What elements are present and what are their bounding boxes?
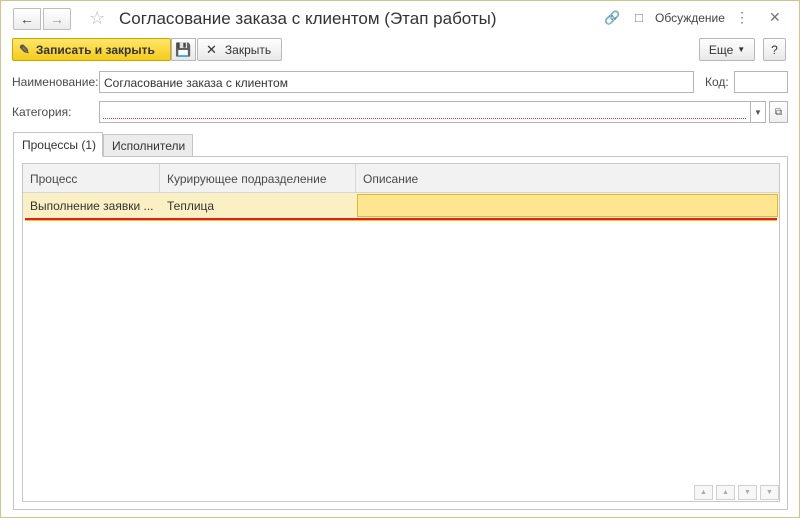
favorite-star-icon[interactable]: ☆ xyxy=(89,8,105,29)
code-field[interactable] xyxy=(734,71,788,93)
category-dropdown-button[interactable]: ▼ xyxy=(751,101,766,123)
dropdown-arrow-icon: ▼ xyxy=(754,107,762,117)
move-bottom-icon[interactable]: ▼ xyxy=(760,485,779,500)
category-label: Категория: xyxy=(12,105,72,119)
form-window: ← → ☆ Согласование заказа с клиентом (Эт… xyxy=(0,0,800,518)
column-header-process[interactable]: Процесс xyxy=(23,164,160,193)
link-icon[interactable]: 🔗 xyxy=(604,10,620,26)
move-up-icon[interactable]: ▲ xyxy=(716,485,735,500)
open-window-icon: ⧉ xyxy=(774,106,783,118)
name-label: Наименование: xyxy=(12,75,99,89)
discussion-icon[interactable]: □ xyxy=(635,10,643,25)
close-window-icon[interactable]: ✕ xyxy=(769,9,781,26)
table-row[interactable]: Выполнение заявки ... Теплица xyxy=(23,193,779,218)
floppy-disk-icon: 💾 xyxy=(175,41,192,57)
name-field[interactable]: Согласование заказа с клиентом xyxy=(99,71,694,93)
save-and-close-label: Записать и закрыть xyxy=(35,42,155,57)
close-icon: ✕ xyxy=(206,41,217,57)
processes-table: Процесс Курирующее подразделение Описани… xyxy=(22,163,780,502)
help-button[interactable]: ? xyxy=(763,38,786,61)
move-top-icon[interactable]: ▲ xyxy=(694,485,713,500)
move-down-icon[interactable]: ▼ xyxy=(738,485,757,500)
back-button[interactable]: ← xyxy=(13,8,41,30)
more-vertical-icon[interactable]: ⋮ xyxy=(735,9,749,26)
discussion-link[interactable]: Обсуждение xyxy=(655,11,725,25)
more-label: Еще xyxy=(708,42,734,57)
code-label: Код: xyxy=(705,75,729,89)
save-button[interactable]: 💾 xyxy=(171,38,196,61)
tab-processes[interactable]: Процессы (1) xyxy=(13,132,103,157)
table-header: Процесс Курирующее подразделение Описани… xyxy=(23,164,779,193)
cell-department[interactable]: Теплица xyxy=(160,193,356,218)
tab-performers[interactable]: Исполнители xyxy=(103,134,193,157)
title-bar: ← → ☆ Согласование заказа с клиентом (Эт… xyxy=(1,1,799,35)
save-and-close-button[interactable]: ✎ Записать и закрыть xyxy=(12,38,171,61)
row-navigation-buttons: ▲ ▲ ▼ ▼ xyxy=(691,485,779,501)
arrow-left-icon: ← xyxy=(20,11,34,27)
save-close-icon: ✎ xyxy=(19,41,30,57)
arrow-right-icon: → xyxy=(50,11,64,27)
close-button[interactable]: ✕ Закрыть xyxy=(197,38,282,61)
category-open-button[interactable]: ⧉ xyxy=(769,101,788,123)
row-highlight-line xyxy=(25,220,777,221)
column-header-department[interactable]: Курирующее подразделение xyxy=(160,164,356,193)
window-title: Согласование заказа с клиентом (Этап раб… xyxy=(119,9,497,28)
close-label: Закрыть xyxy=(224,42,272,57)
forward-button[interactable]: → xyxy=(43,8,71,30)
required-field-underline xyxy=(103,118,746,119)
chevron-down-icon: ▼ xyxy=(737,45,746,54)
column-header-description[interactable]: Описание xyxy=(356,164,779,193)
more-button[interactable]: Еще ▼ xyxy=(699,38,755,61)
category-field[interactable] xyxy=(99,101,751,123)
cell-description-editing[interactable] xyxy=(357,194,778,217)
cell-process[interactable]: Выполнение заявки ... xyxy=(23,193,160,218)
